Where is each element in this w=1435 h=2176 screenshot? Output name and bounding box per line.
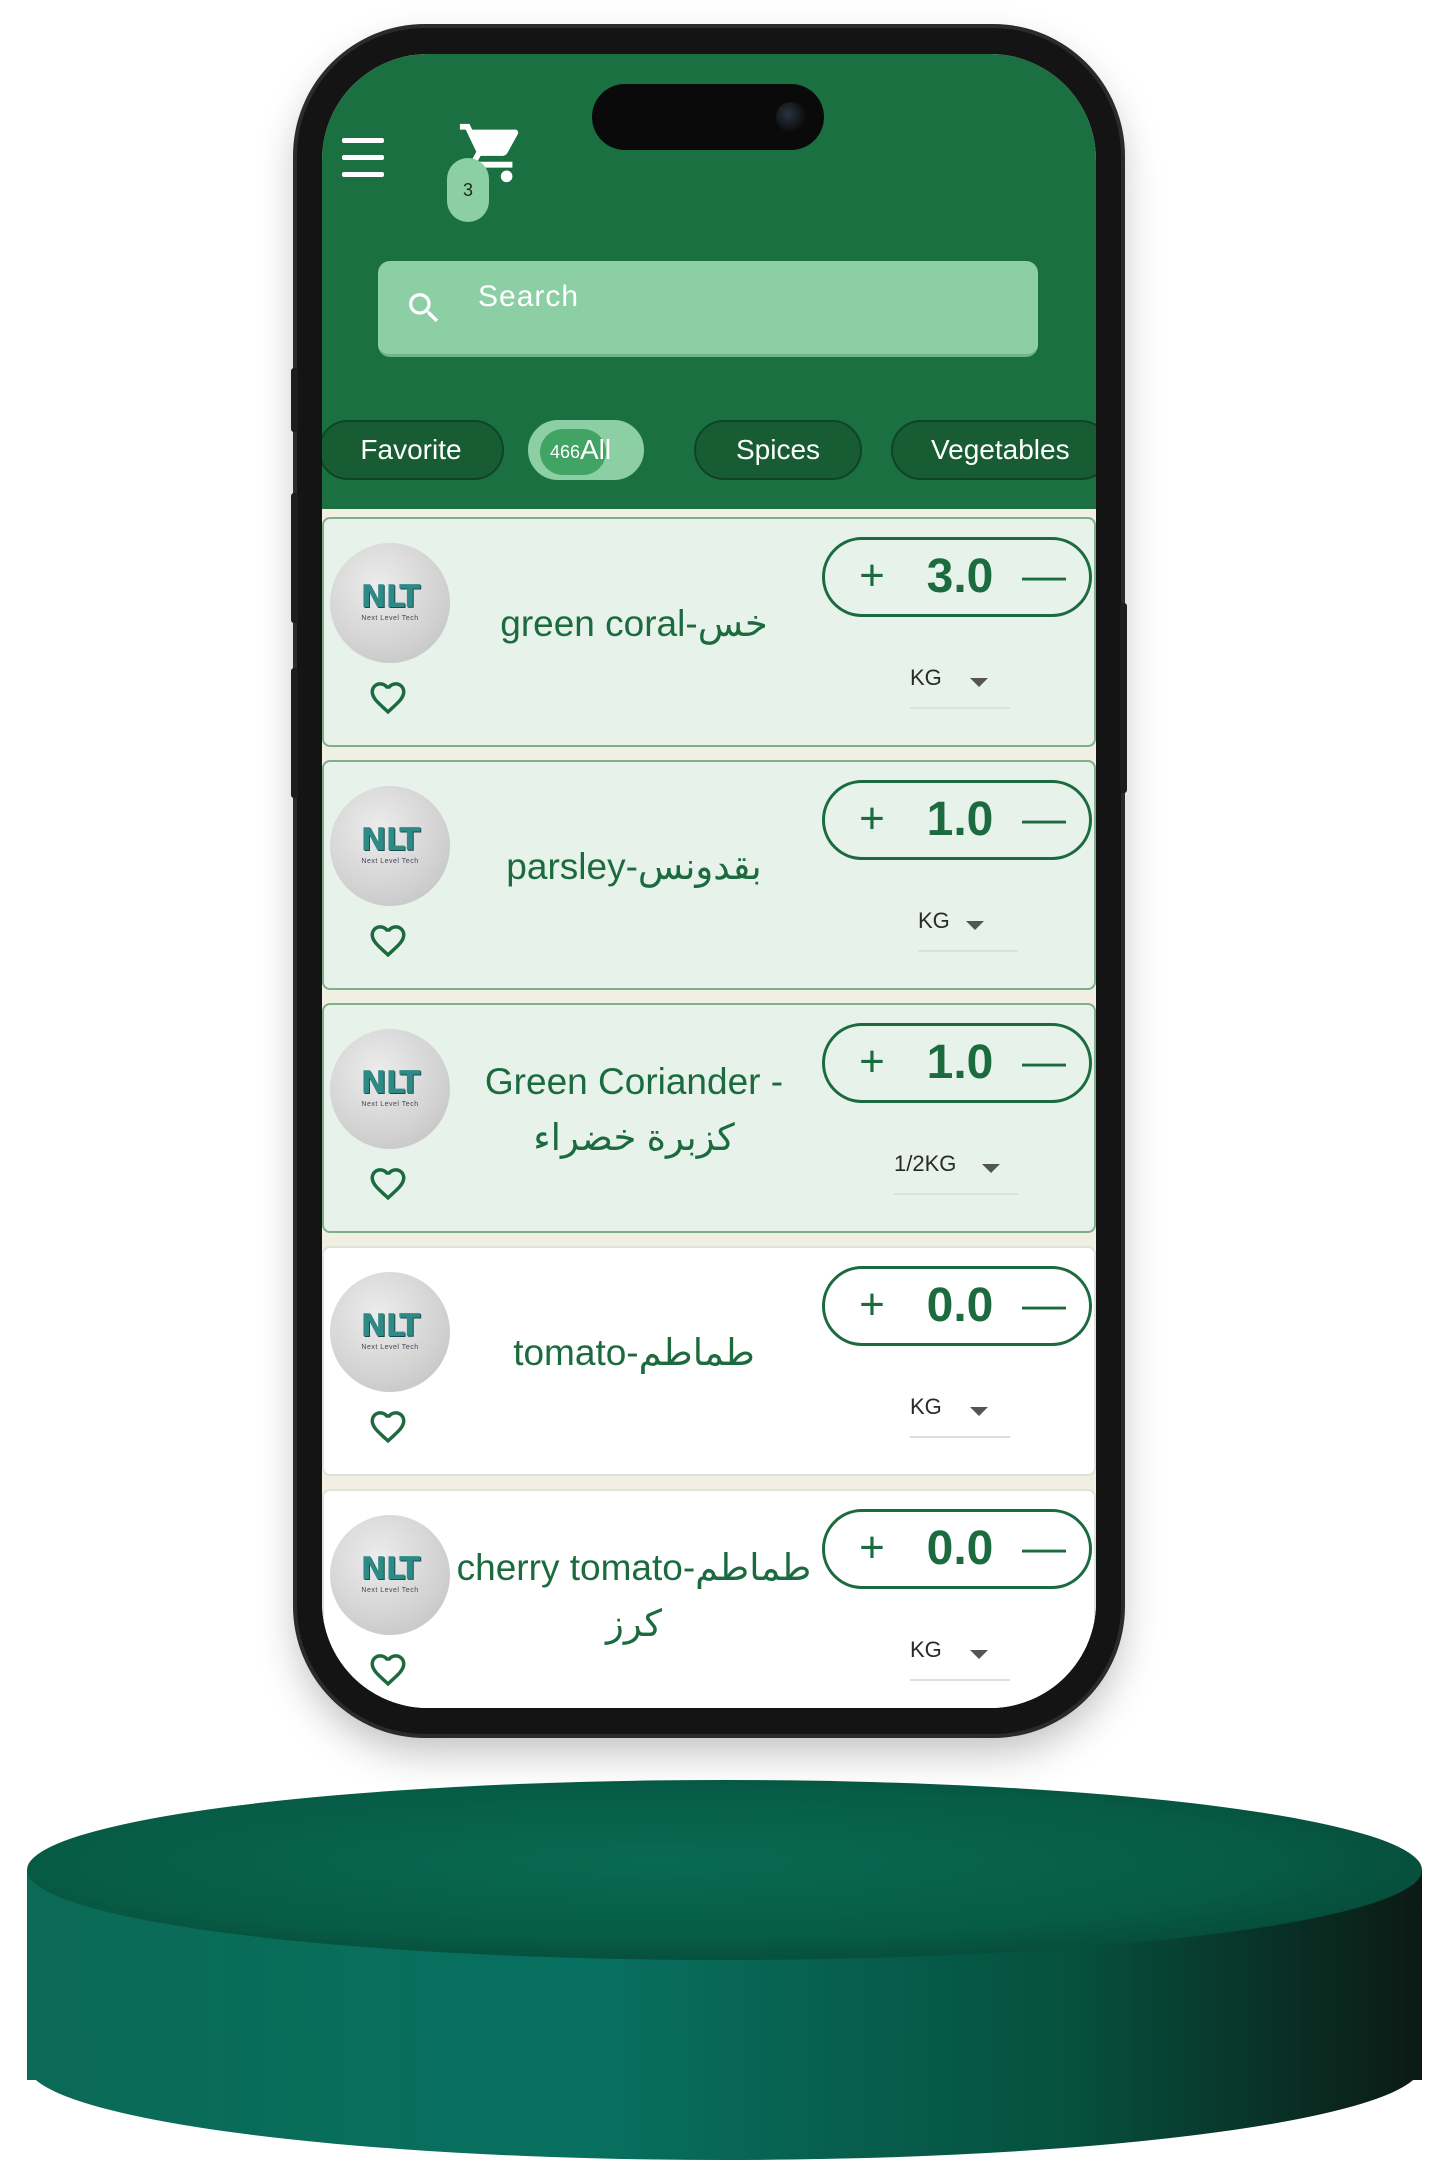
- product-name: cherry tomato-طماطم كرز: [456, 1547, 812, 1644]
- product-list: NLT Next Level Tech green coral-خس + 3.0…: [322, 509, 1096, 1708]
- unit-dropdown[interactable]: KG: [910, 653, 1010, 709]
- chip-all-label: All: [580, 434, 612, 465]
- camera-lens-icon: [776, 102, 806, 132]
- unit-dropdown[interactable]: KG: [910, 1382, 1010, 1438]
- search-icon: [409, 293, 439, 323]
- nlt-logo: NLT: [360, 822, 421, 858]
- quantity-value: 0.0: [926, 1522, 994, 1575]
- unit-dropdown[interactable]: KG: [910, 1625, 1010, 1681]
- product-name: parsley-بقدونس: [506, 846, 762, 887]
- nlt-logo: NLT: [360, 579, 421, 615]
- product-card[interactable]: NLT Next Level Tech parsley-بقدونس + 1.0…: [322, 760, 1096, 990]
- unit-value: KG: [910, 665, 942, 690]
- nlt-logo: NLT: [360, 1551, 421, 1587]
- decrease-quantity-button[interactable]: —: [1009, 1269, 1079, 1343]
- product-avatar: NLT Next Level Tech: [330, 1029, 450, 1149]
- display-pedestal: [27, 1780, 1422, 2160]
- chip-vegetables-label: Vegetables: [931, 434, 1070, 465]
- quantity-value: 1.0: [926, 1036, 994, 1089]
- heart-outline-icon[interactable]: [366, 676, 410, 718]
- dropdown-arrow-icon: [966, 921, 984, 930]
- quantity-value: 3.0: [926, 550, 994, 603]
- hamburger-menu-icon[interactable]: [342, 138, 384, 178]
- dynamic-island: [592, 84, 824, 150]
- quantity-stepper: + 0.0 —: [822, 1266, 1092, 1346]
- product-avatar: NLT Next Level Tech: [330, 786, 450, 906]
- decrease-quantity-button[interactable]: —: [1009, 1026, 1079, 1100]
- dropdown-arrow-icon: [982, 1164, 1000, 1173]
- product-avatar: NLT Next Level Tech: [330, 1515, 450, 1635]
- search-input[interactable]: [478, 277, 998, 317]
- product-card[interactable]: NLT Next Level Tech cherry tomato-طماطم …: [322, 1489, 1096, 1708]
- unit-value: KG: [910, 1394, 942, 1419]
- volume-up-button: [291, 493, 298, 623]
- cart-button[interactable]: 3: [447, 118, 527, 222]
- nlt-logo-subtitle: Next Level Tech: [361, 1101, 419, 1108]
- product-card[interactable]: NLT Next Level Tech Green Coriander - كز…: [322, 1003, 1096, 1233]
- volume-down-button: [291, 668, 298, 798]
- quantity-value: 1.0: [926, 793, 994, 846]
- quantity-stepper: + 1.0 —: [822, 1023, 1092, 1103]
- quantity-stepper: + 3.0 —: [822, 537, 1092, 617]
- mute-switch: [291, 368, 298, 432]
- power-button: [1120, 603, 1127, 793]
- chip-favorite[interactable]: Favorite: [322, 420, 504, 480]
- dropdown-arrow-icon: [970, 1650, 988, 1659]
- product-card[interactable]: NLT Next Level Tech green coral-خس + 3.0…: [322, 517, 1096, 747]
- dropdown-arrow-icon: [970, 678, 988, 687]
- nlt-logo: NLT: [360, 1308, 421, 1344]
- unit-value: KG: [918, 908, 950, 933]
- phone-frame: 3 Favorite 466 All Spices: [291, 28, 1127, 1734]
- product-avatar: NLT Next Level Tech: [330, 1272, 450, 1392]
- quantity-stepper: + 1.0 —: [822, 780, 1092, 860]
- decrease-quantity-button[interactable]: —: [1009, 1512, 1079, 1586]
- category-chips: Favorite 466 All Spices Vegetables: [322, 420, 1096, 482]
- phone-screen: 3 Favorite 466 All Spices: [322, 54, 1096, 1708]
- pedestal-top: [27, 1780, 1422, 1960]
- product-avatar: NLT Next Level Tech: [330, 543, 450, 663]
- nlt-logo-subtitle: Next Level Tech: [361, 858, 419, 865]
- nlt-logo: NLT: [360, 1065, 421, 1101]
- unit-dropdown[interactable]: KG: [918, 896, 1018, 952]
- chip-spices-label: Spices: [735, 434, 821, 465]
- product-card[interactable]: NLT Next Level Tech tomato-طماطم + 0.0 —…: [322, 1246, 1096, 1476]
- heart-outline-icon[interactable]: [366, 919, 410, 961]
- chip-all[interactable]: 466 All: [528, 420, 644, 480]
- decrease-quantity-button[interactable]: —: [1009, 540, 1079, 614]
- unit-value: 1/2KG: [894, 1151, 957, 1176]
- dropdown-arrow-icon: [970, 1407, 988, 1416]
- chip-favorite-label: Favorite: [360, 434, 462, 465]
- chip-vegetables[interactable]: Vegetables: [891, 420, 1096, 480]
- heart-outline-icon[interactable]: [366, 1648, 410, 1690]
- product-name: tomato-طماطم: [513, 1332, 755, 1373]
- heart-outline-icon[interactable]: [366, 1162, 410, 1204]
- nlt-logo-subtitle: Next Level Tech: [361, 1344, 419, 1351]
- product-name: Green Coriander - كزبرة خضراء: [484, 1061, 784, 1158]
- decrease-quantity-button[interactable]: —: [1009, 783, 1079, 857]
- chip-spices[interactable]: Spices: [694, 420, 862, 480]
- unit-value: KG: [910, 1637, 942, 1662]
- nlt-logo-subtitle: Next Level Tech: [361, 1587, 419, 1594]
- unit-dropdown[interactable]: 1/2KG: [894, 1139, 1018, 1195]
- product-name: green coral-خس: [500, 603, 768, 644]
- heart-outline-icon[interactable]: [366, 1405, 410, 1447]
- quantity-value: 0.0: [926, 1279, 994, 1332]
- quantity-stepper: + 0.0 —: [822, 1509, 1092, 1589]
- search-bar[interactable]: [378, 261, 1038, 357]
- nlt-logo-subtitle: Next Level Tech: [361, 615, 419, 622]
- cart-count-badge: 3: [447, 158, 489, 222]
